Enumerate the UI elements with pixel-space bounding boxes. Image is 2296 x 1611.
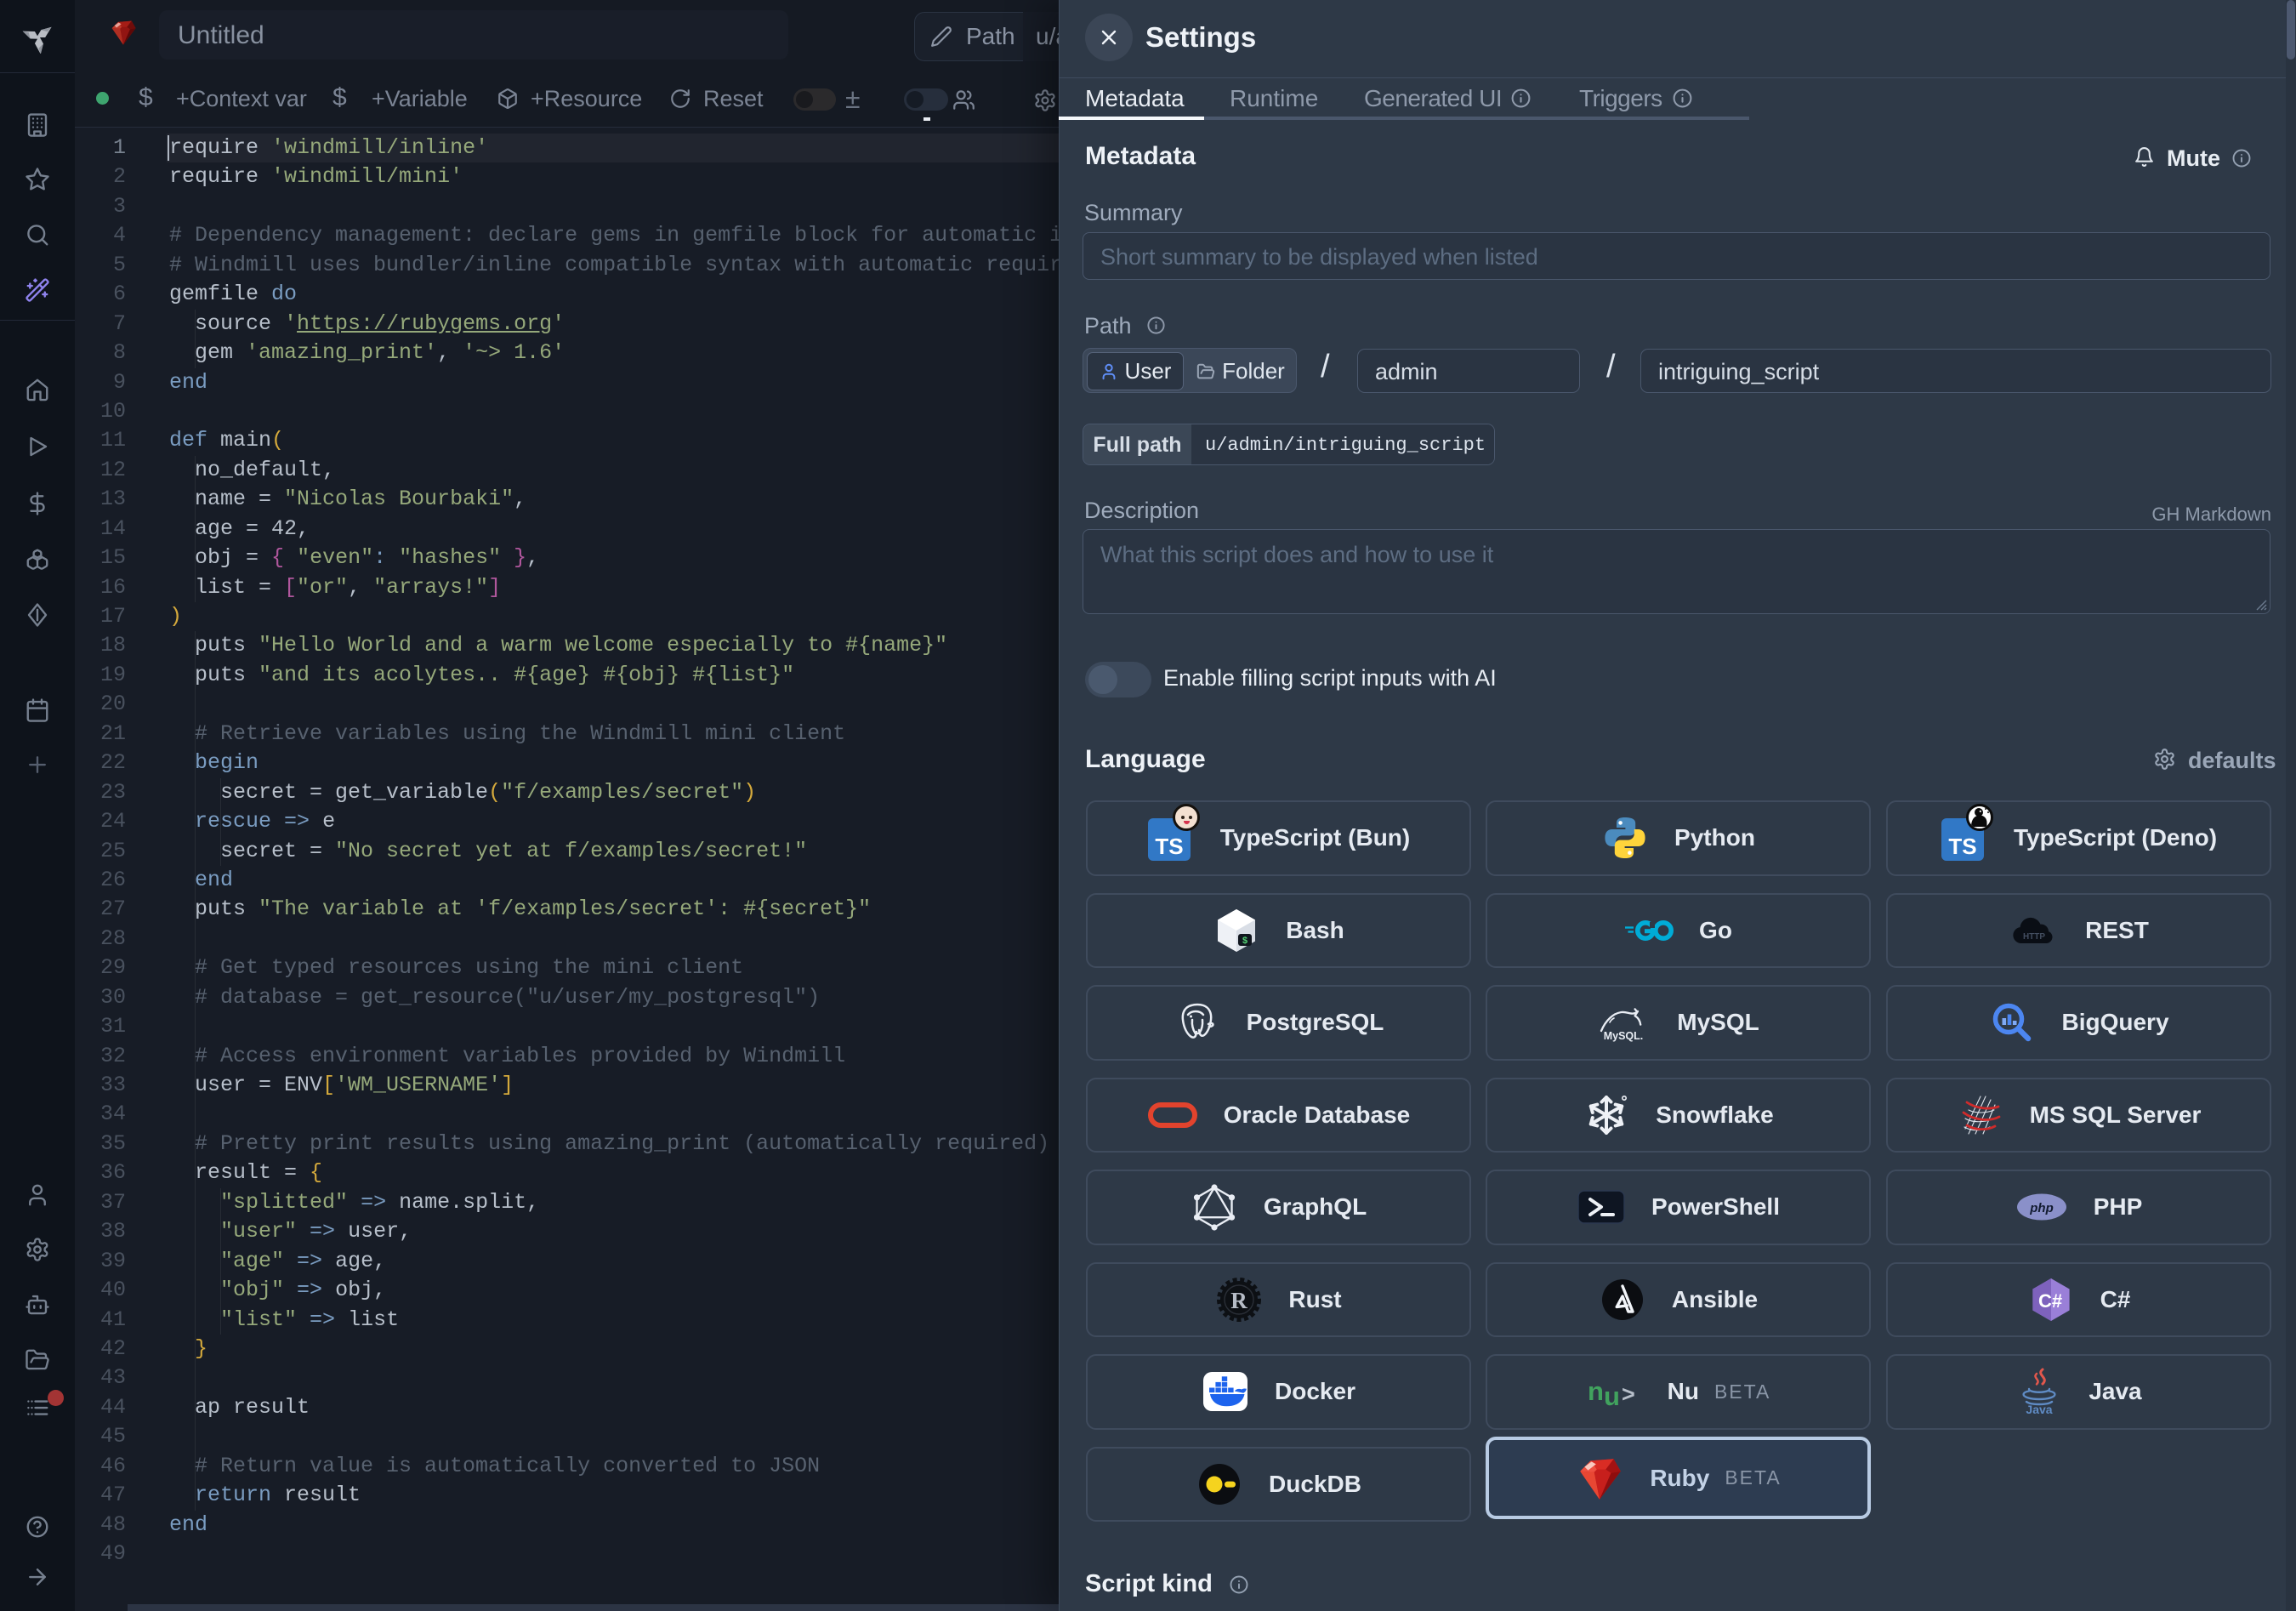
svg-text:TS: TS — [1155, 834, 1183, 859]
svg-text:u: u — [1604, 1381, 1620, 1409]
svg-text:R: R — [1231, 1288, 1248, 1313]
svg-text:n: n — [1588, 1376, 1604, 1406]
svg-text:MySQL.: MySQL. — [1604, 1030, 1644, 1042]
svg-text:php: php — [2029, 1201, 2054, 1215]
svg-text:C#: C# — [2038, 1290, 2062, 1312]
svg-text:$: $ — [1242, 936, 1248, 947]
svg-text:HTTP: HTTP — [2023, 932, 2045, 942]
svg-text:TS: TS — [1948, 834, 1976, 859]
svg-text:>: > — [1622, 1381, 1635, 1407]
svg-text:Java: Java — [2026, 1403, 2053, 1415]
